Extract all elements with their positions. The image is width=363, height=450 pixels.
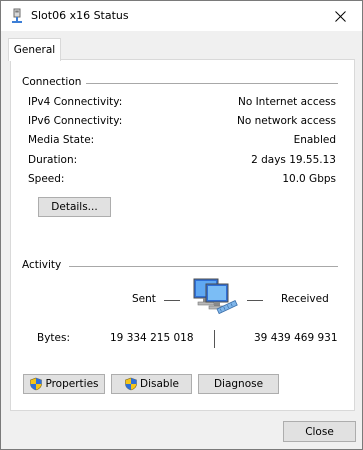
- properties-button-label: Properties: [45, 378, 99, 390]
- close-window-button[interactable]: [318, 1, 362, 31]
- disable-button-label: Disable: [140, 378, 179, 390]
- received-label: Received: [281, 293, 329, 305]
- bytes-received-value: 39 439 469 931: [254, 332, 338, 344]
- tab-panel-general: [10, 59, 355, 411]
- window-title: Slot06 x16 Status: [31, 9, 129, 22]
- ipv4-value: No Internet access: [237, 96, 336, 108]
- bytes-sent-value: 19 334 215 018: [110, 332, 194, 344]
- ipv6-label: IPv6 Connectivity:: [28, 115, 123, 127]
- speed-label: Speed:: [28, 173, 65, 185]
- network-adapter-icon: [12, 8, 22, 23]
- status-window: Slot06 x16 Status General Connection IPv…: [0, 0, 363, 450]
- title-bar[interactable]: Slot06 x16 Status: [1, 1, 362, 31]
- connection-divider: [86, 83, 338, 84]
- diagnose-button[interactable]: Diagnose: [198, 374, 279, 394]
- details-button[interactable]: Details...: [38, 197, 111, 217]
- activity-divider: [69, 266, 338, 267]
- duration-label: Duration:: [28, 154, 78, 166]
- close-button[interactable]: Close: [283, 421, 356, 442]
- media-state-value: Enabled: [293, 134, 336, 146]
- ipv4-label: IPv4 Connectivity:: [28, 96, 123, 108]
- sent-label: Sent: [132, 293, 156, 305]
- properties-button[interactable]: Properties: [23, 374, 105, 394]
- connection-header: Connection: [22, 76, 82, 88]
- activity-header: Activity: [22, 259, 62, 271]
- bytes-label: Bytes:: [37, 332, 71, 344]
- ipv6-value: No network access: [237, 115, 336, 127]
- bytes-separator: [214, 330, 215, 348]
- network-computers-icon: [193, 278, 238, 315]
- duration-value: 2 days 19.55.13: [251, 154, 336, 166]
- close-icon: [334, 10, 346, 22]
- disable-button[interactable]: Disable: [111, 374, 192, 394]
- sent-line: [164, 300, 180, 301]
- speed-value: 10.0 Gbps: [282, 173, 336, 185]
- tab-general[interactable]: General: [8, 38, 61, 61]
- media-state-label: Media State:: [28, 134, 95, 146]
- uac-shield-icon: [30, 377, 43, 391]
- uac-shield-icon: [125, 377, 137, 391]
- received-line: [247, 300, 263, 301]
